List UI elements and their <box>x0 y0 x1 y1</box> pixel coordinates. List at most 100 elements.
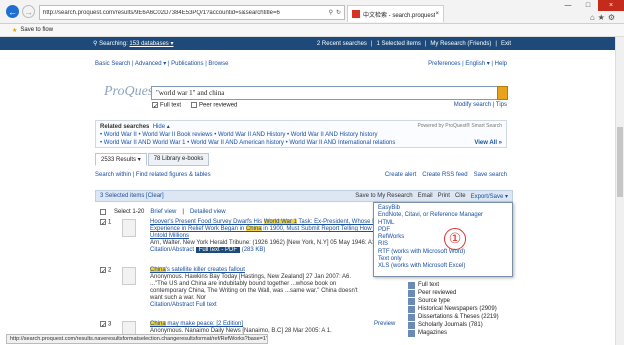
category-icon <box>408 297 415 305</box>
result-number: ✓ 1 <box>100 219 112 227</box>
search-type-nav[interactable]: Basic Search | Advanced ▾ | Publications… <box>95 60 228 67</box>
my-research-link[interactable]: My Research (Friends) <box>430 41 491 47</box>
search-button[interactable] <box>497 86 508 100</box>
header-links: 2 Recent searches | 1 Selected items | My … <box>316 40 511 47</box>
close-tab-icon[interactable]: × <box>435 11 439 17</box>
selected-items-link[interactable]: 1 Selected items <box>376 41 420 47</box>
rss-link[interactable]: Create RSS feed <box>422 172 467 178</box>
window-controls: — □ × <box>558 0 624 11</box>
view-all-link[interactable]: View All » <box>474 140 502 146</box>
search-input[interactable]: "world war 1" and china <box>151 86 501 100</box>
select-all-checkbox[interactable] <box>100 209 106 215</box>
results-tabs: 2533 Results ▾ 78 Library e-books <box>95 153 210 166</box>
peer-label: Peer reviewed <box>199 102 238 109</box>
search-within-links[interactable]: Search within | Find related figures & t… <box>95 172 211 178</box>
journal-icon <box>408 321 415 329</box>
result-number: ✓ 2 <box>100 267 112 275</box>
result-title[interactable]: China's satellite killer creates fallout <box>150 267 408 274</box>
databases-link[interactable]: 153 databases ▾ <box>129 40 173 47</box>
facet-magazines[interactable]: Magazines <box>408 329 512 337</box>
export-option[interactable]: RIS <box>378 241 508 248</box>
thesis-icon <box>408 313 415 321</box>
result-links[interactable]: Citation/Abstract Full text <box>150 302 408 309</box>
exit-link[interactable]: Exit <box>501 41 511 47</box>
settings-gear-icon[interactable]: ⚙ <box>608 13 618 22</box>
create-alert-link[interactable]: Create alert <box>385 172 416 178</box>
searching-label: Searching: <box>99 40 128 47</box>
related-searches-panel: Related searches Hide ▴ Powered by ProQu… <box>95 120 507 148</box>
result-title[interactable]: China may make peace: [2 Edition] <box>150 321 408 328</box>
export-save-button[interactable]: Export/Save ▾ <box>471 193 508 200</box>
minimize-icon[interactable]: — <box>558 0 578 11</box>
citation-link[interactable]: Citation/Abstract <box>150 247 194 253</box>
result-thumbnail[interactable] <box>122 219 136 237</box>
export-option[interactable]: RefWorks <box>378 234 508 241</box>
export-option[interactable]: PDF <box>378 227 508 234</box>
facet-dissertations[interactable]: Dissertations & Theses (2219) <box>408 313 512 321</box>
fulltext-label: Full text <box>160 102 182 109</box>
facet-journals[interactable]: Scholarly Journals (781) <box>408 321 512 329</box>
url-text: http://search.proquest.com/results/9E6A6… <box>43 9 280 16</box>
export-option[interactable]: RTF (works with Microsoft Word) <box>378 249 508 256</box>
related-row-2[interactable]: • World War II AND World War 1 • World W… <box>100 140 502 146</box>
export-option[interactable]: EndNote, Citavi, or Reference Manager <box>378 212 508 219</box>
scrollbar-thumb[interactable] <box>617 127 623 197</box>
maximize-icon[interactable]: □ <box>578 0 598 11</box>
browser-toolbar-icons: ⌂★⚙ <box>590 13 618 22</box>
modify-search-link[interactable]: Modify search | Tips <box>454 102 507 108</box>
fulltext-pdf-button[interactable]: Full text - PDF <box>195 247 241 253</box>
selected-count[interactable]: 3 Selected items [Clear] <box>100 193 164 199</box>
result-number: ✓ 3 <box>100 321 112 329</box>
favorite-link[interactable]: Save to flow <box>20 27 53 33</box>
save-research-link[interactable]: Save to My Research <box>355 193 412 200</box>
export-option[interactable]: Text only <box>378 256 508 263</box>
email-link[interactable]: Email <box>418 193 433 200</box>
facet-source-type[interactable]: Source type <box>408 297 512 305</box>
facet-newspapers[interactable]: Historical Newspapers (2909) <box>408 305 512 313</box>
browser-titlebar: ← → http://search.proquest.com/results/9… <box>0 0 624 24</box>
annotation-marker: ① <box>444 228 466 250</box>
fulltext-option[interactable]: ✓ Full text <box>152 102 182 110</box>
result-num: 1 <box>108 219 112 226</box>
result-checkbox[interactable]: ✓ <box>100 321 106 329</box>
result-snippet: ..."The US and China are indubitably bou… <box>150 281 358 301</box>
facet-peer[interactable]: Peer reviewed <box>408 289 512 297</box>
tab-library-ebooks[interactable]: 78 Library e-books <box>147 153 210 166</box>
forward-icon[interactable]: → <box>22 5 35 18</box>
export-option[interactable]: HTML <box>378 220 508 227</box>
tab-results[interactable]: 2533 Results ▾ <box>95 153 147 166</box>
refresh-icon[interactable]: ↻ <box>336 9 341 16</box>
close-window-icon[interactable]: × <box>598 0 624 11</box>
browser-tab[interactable]: 中文检索 - search.proquest... × <box>347 5 444 22</box>
address-bar[interactable]: http://search.proquest.com/results/9E6A6… <box>39 5 345 20</box>
cite-link[interactable]: Cite <box>455 193 466 200</box>
peer-option[interactable]: Peer reviewed <box>191 102 237 109</box>
related-row-1[interactable]: • World War II • World War II Book revie… <box>100 132 502 138</box>
result-checkbox[interactable]: ✓ <box>100 219 106 227</box>
hide-link[interactable]: Hide ▴ <box>153 124 170 130</box>
detailed-view-link[interactable]: Detailed view <box>190 209 226 215</box>
print-link[interactable]: Print <box>438 193 450 200</box>
preferences-nav[interactable]: Preferences | English ▾ | Help <box>428 60 507 67</box>
fulltext-checkbox[interactable]: ✓ <box>152 102 158 110</box>
back-icon[interactable]: ← <box>6 5 19 18</box>
search-icon[interactable]: ⚲ <box>329 9 333 16</box>
preview-link[interactable]: Preview <box>374 321 395 327</box>
proquest-topbar: ⚲ Searching: 153 databases ▾ 2 Recent se… <box>0 37 624 50</box>
peer-checkbox[interactable] <box>191 102 198 108</box>
tab-title: 中文检索 - search.proquest... <box>363 12 436 19</box>
result-title[interactable]: Hoover's Present Food Survey Dwarfs His … <box>150 219 408 240</box>
brief-view-link[interactable]: Brief view <box>150 209 176 215</box>
result-checkbox[interactable]: ✓ <box>100 267 106 275</box>
favorites-star-icon[interactable]: ★ <box>598 13 608 22</box>
status-bar-url: http://search.proquest.com/results.naver… <box>6 334 268 344</box>
save-search-link[interactable]: Save search <box>474 172 507 178</box>
facet-fulltext[interactable]: Full text <box>408 281 512 289</box>
recent-searches-link[interactable]: 2 Recent searches <box>317 41 367 47</box>
home-icon[interactable]: ⌂ <box>590 13 598 22</box>
result-thumbnail[interactable] <box>122 267 136 285</box>
view-select-row: Select 1-20 Brief view | Detailed view <box>100 209 226 215</box>
page-scrollbar[interactable] <box>615 37 624 345</box>
export-option[interactable]: XLS (works with Microsoft Excel) <box>378 263 508 270</box>
export-option[interactable]: EasyBib <box>378 205 508 212</box>
